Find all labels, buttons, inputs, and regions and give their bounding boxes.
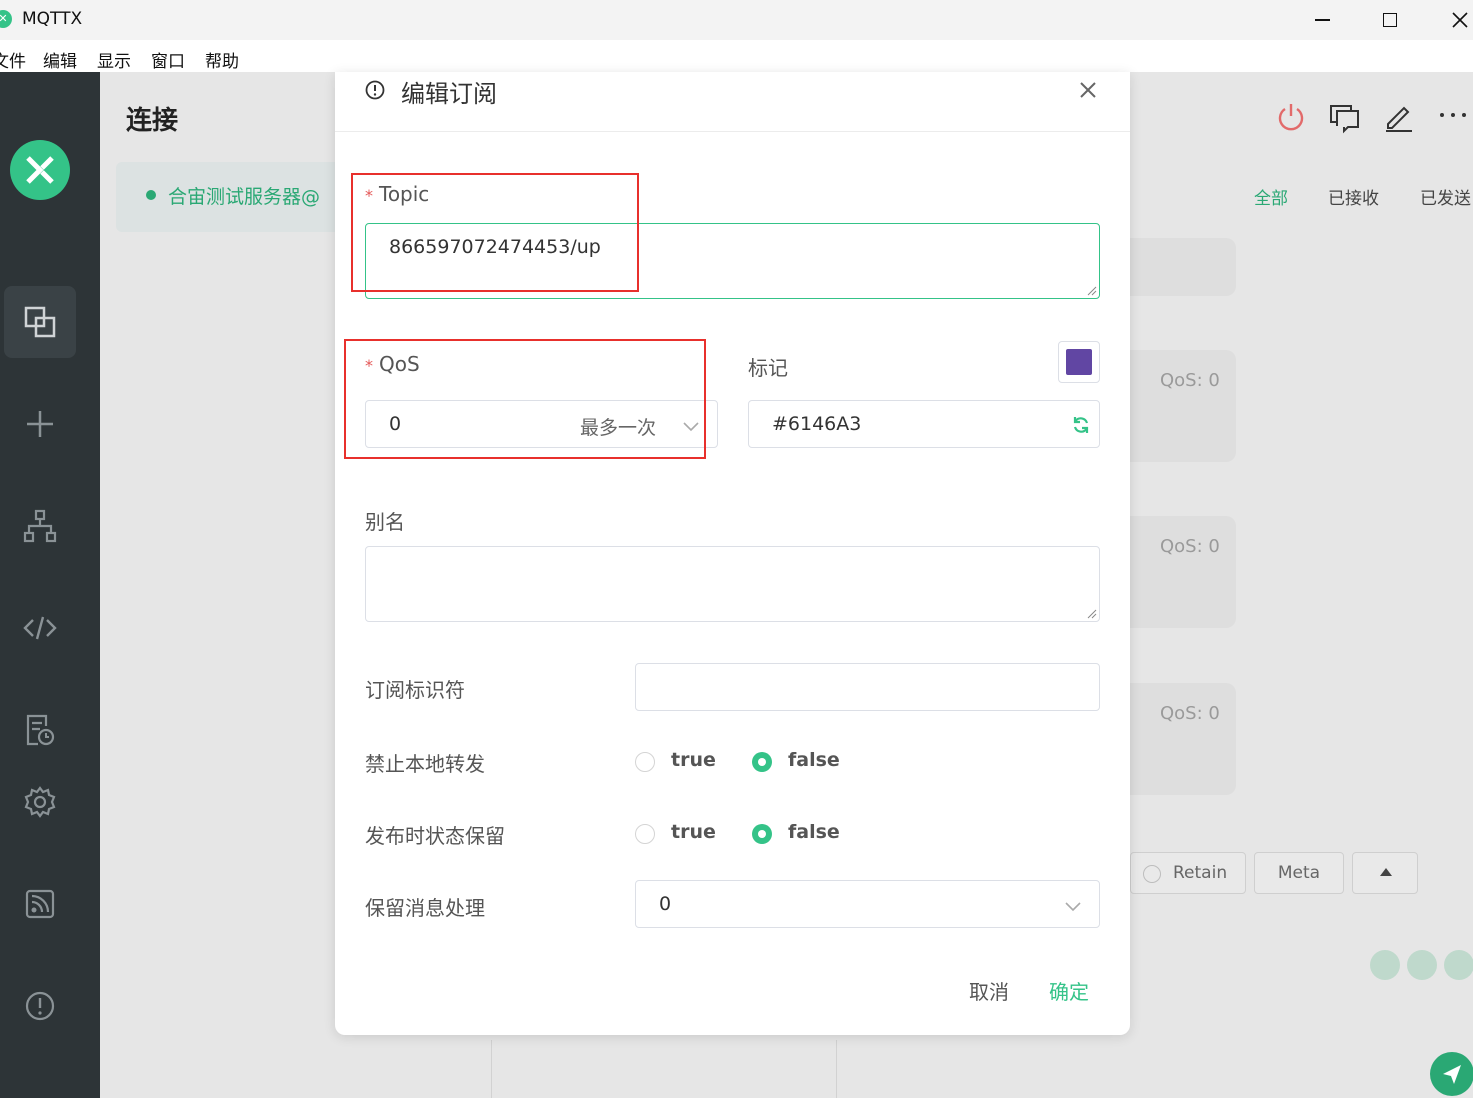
settings-icon[interactable] <box>22 784 58 820</box>
page-title: 连接 <box>126 106 179 136</box>
resize-grip-icon[interactable] <box>1087 286 1097 296</box>
rap-false-label[interactable]: false <box>788 821 840 843</box>
meta-button[interactable]: Meta <box>1254 852 1344 894</box>
message-bubble <box>1120 516 1236 628</box>
sidebar <box>0 72 100 1098</box>
info-icon <box>365 80 385 100</box>
maximize-button[interactable] <box>1362 0 1418 40</box>
sub-identifier-label: 订阅标识符 <box>365 678 465 702</box>
alias-input[interactable] <box>365 546 1100 622</box>
retain-label: Retain <box>1173 863 1228 883</box>
no-local-false-radio[interactable] <box>752 752 772 772</box>
rap-false-radio[interactable] <box>752 824 772 844</box>
annotation-box-qos <box>344 339 706 459</box>
message-bubble <box>1120 350 1236 462</box>
dialog-divider <box>335 131 1130 132</box>
more-icon[interactable] <box>1436 100 1470 134</box>
no-local-true-radio[interactable] <box>635 752 655 772</box>
mark-color-input[interactable]: #6146A3 <box>748 400 1100 448</box>
window-title: MQTTX <box>22 9 83 29</box>
new-window-icon[interactable] <box>1328 100 1362 134</box>
log-icon[interactable] <box>22 712 58 748</box>
menu-view[interactable]: 显示 <box>97 47 131 72</box>
tab-received[interactable]: 已接收 <box>1328 184 1379 209</box>
refresh-icon[interactable] <box>1071 415 1091 435</box>
subscribe-feed-icon[interactable] <box>22 886 58 922</box>
annotation-box-topic <box>351 173 639 292</box>
message-qos: QoS: 0 <box>1160 536 1220 557</box>
tab-all[interactable]: 全部 <box>1254 184 1288 209</box>
retain-as-published-label: 发布时状态保留 <box>365 824 505 848</box>
edit-icon[interactable] <box>1382 100 1416 134</box>
mqttx-logo-icon[interactable] <box>10 140 70 200</box>
close-window-button[interactable] <box>1432 0 1473 40</box>
confirm-button[interactable]: 确定 <box>1049 976 1089 1005</box>
menu-help[interactable]: 帮助 <box>205 47 239 72</box>
next-arrow-icon[interactable] <box>1444 950 1473 980</box>
connection-status-dot <box>146 190 156 200</box>
topology-icon[interactable] <box>22 508 58 544</box>
color-picker-button[interactable] <box>1058 341 1100 383</box>
resize-grip-icon[interactable] <box>1087 609 1097 619</box>
menu-window[interactable]: 窗口 <box>151 47 185 72</box>
title-bar: ✕ MQTTX <box>0 0 1473 40</box>
minimize-icon <box>1314 19 1330 21</box>
connections-icon[interactable] <box>22 304 58 340</box>
rap-true-label[interactable]: true <box>671 821 716 843</box>
color-swatch <box>1066 349 1092 375</box>
send-button[interactable] <box>1430 1052 1473 1096</box>
script-icon[interactable] <box>22 610 58 646</box>
no-local-label: 禁止本地转发 <box>365 752 485 776</box>
menu-file[interactable]: 文件 <box>0 47 26 72</box>
about-icon[interactable] <box>22 988 58 1024</box>
add-icon[interactable] <box>22 406 58 442</box>
prev-arrow-icon[interactable] <box>1370 950 1400 980</box>
disconnect-icon[interactable] <box>1274 100 1308 134</box>
retain-handling-value: 0 <box>659 893 672 915</box>
retain-handling-select[interactable]: 0 <box>635 880 1100 928</box>
retain-radio <box>1143 865 1161 883</box>
dialog-title: 编辑订阅 <box>401 80 497 108</box>
mark-color-value: #6146A3 <box>772 413 862 435</box>
tab-sent[interactable]: 已发送 <box>1420 184 1471 209</box>
menu-edit[interactable]: 编辑 <box>43 47 77 72</box>
rap-true-radio[interactable] <box>635 824 655 844</box>
connection-name: 合宙测试服务器@ <box>168 186 321 208</box>
chevron-down-icon <box>1065 902 1081 912</box>
close-icon[interactable] <box>1077 79 1099 101</box>
message-bubble <box>1120 238 1236 296</box>
no-local-false-label[interactable]: false <box>788 749 840 771</box>
cancel-button[interactable]: 取消 <box>969 976 1009 1005</box>
menu-bar: 文件 编辑 显示 窗口 帮助 <box>0 40 1473 72</box>
app-logo-icon: ✕ <box>0 10 12 28</box>
message-bubble <box>1120 683 1236 795</box>
column-divider <box>491 1040 492 1098</box>
mark-label: 标记 <box>748 356 788 380</box>
no-local-true-label[interactable]: true <box>671 749 716 771</box>
sub-identifier-input[interactable] <box>635 663 1100 711</box>
maximize-icon <box>1383 13 1397 27</box>
close-icon <box>1452 12 1468 28</box>
expand-up-button[interactable] <box>1352 852 1418 894</box>
minimize-button[interactable] <box>1294 0 1350 40</box>
retain-handling-label: 保留消息处理 <box>365 896 485 920</box>
retain-checkbox[interactable]: Retain <box>1130 852 1246 894</box>
send-icon <box>1443 1065 1461 1084</box>
message-qos: QoS: 0 <box>1160 703 1220 724</box>
column-divider <box>836 1040 837 1098</box>
minus-icon[interactable] <box>1407 950 1437 980</box>
message-qos: QoS: 0 <box>1160 370 1220 391</box>
alias-label: 别名 <box>365 510 405 534</box>
